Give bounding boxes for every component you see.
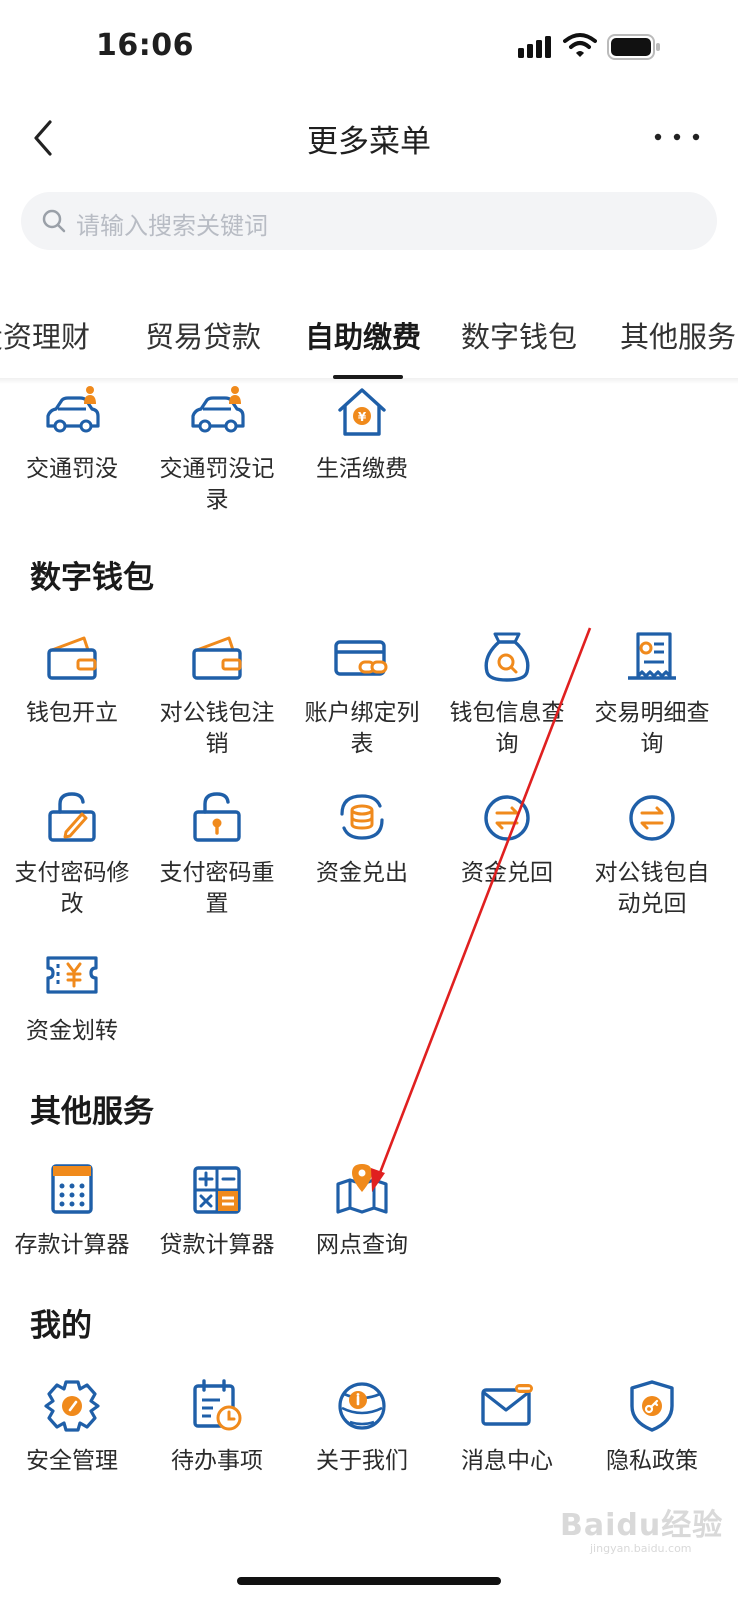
item-wallet-open[interactable]: 钱包开立 bbox=[2, 628, 142, 729]
page-title: 更多菜单 bbox=[307, 124, 431, 160]
svg-text:¥: ¥ bbox=[358, 410, 367, 424]
item-label: 对公钱包注销 bbox=[159, 700, 275, 757]
item-traffic-fine[interactable]: 交通罚没 bbox=[2, 384, 142, 485]
more-options-icon[interactable] bbox=[652, 122, 702, 152]
coins-exchange-icon bbox=[340, 794, 384, 840]
security-gear-icon bbox=[44, 1380, 100, 1432]
exchange-back-icon bbox=[484, 795, 530, 841]
auto-exchange-icon bbox=[629, 795, 675, 841]
item-fund-transfer[interactable]: 资金划转 bbox=[2, 946, 142, 1047]
item-label: 贷款计算器 bbox=[159, 1232, 275, 1258]
cellular-signal-icon bbox=[518, 36, 551, 58]
item-deposit-calculator[interactable]: 存款计算器 bbox=[2, 1160, 142, 1261]
card-link-icon bbox=[334, 640, 388, 676]
mail-icon bbox=[481, 1384, 533, 1426]
tab-self-payment[interactable]: 自助缴费 bbox=[305, 314, 421, 356]
category-tabs: 投资理财 贸易贷款 自助缴费 数字钱包 其他服务 bbox=[0, 314, 738, 366]
item-label: 资金兑出 bbox=[316, 860, 408, 886]
item-privacy-policy[interactable]: 隐私政策 bbox=[582, 1376, 722, 1477]
section-title-mine: 我的 bbox=[30, 1308, 92, 1344]
item-traffic-fine-record[interactable]: 交通罚没记录 bbox=[147, 384, 287, 516]
wallet-icon bbox=[47, 636, 97, 680]
deposit-calculator-icon bbox=[51, 1164, 93, 1214]
receipt-icon bbox=[628, 632, 676, 680]
section-title-digital-wallet: 数字钱包 bbox=[30, 560, 154, 596]
item-transaction-detail-query[interactable]: 交易明细查询 bbox=[582, 628, 722, 760]
lock-reset-icon bbox=[193, 792, 241, 842]
item-label: 支付密码重置 bbox=[159, 860, 275, 917]
item-fund-exchange-out[interactable]: 资金兑出 bbox=[292, 788, 432, 889]
item-label: 网点查询 bbox=[316, 1232, 408, 1258]
wifi-icon bbox=[563, 33, 597, 57]
item-wallet-info-query[interactable]: 钱包信息查询 bbox=[437, 628, 577, 760]
active-tab-indicator bbox=[333, 375, 403, 379]
wallet-cancel-icon bbox=[192, 636, 242, 680]
tab-trade-loan[interactable]: 贸易贷款 bbox=[145, 314, 261, 356]
item-pay-password-reset[interactable]: 支付密码重置 bbox=[147, 788, 287, 920]
transfer-ticket-icon bbox=[46, 956, 98, 994]
section-title-other-services: 其他服务 bbox=[30, 1094, 154, 1130]
item-label: 待办事项 bbox=[171, 1448, 263, 1474]
item-label: 关于我们 bbox=[316, 1448, 408, 1474]
house-yuan-icon: ¥ bbox=[338, 388, 386, 436]
item-message-center[interactable]: 消息中心 bbox=[437, 1376, 577, 1477]
item-label: 资金兑回 bbox=[461, 860, 553, 886]
shield-icon bbox=[630, 1380, 674, 1432]
home-indicator[interactable] bbox=[237, 1577, 501, 1585]
lock-edit-icon bbox=[48, 792, 96, 842]
money-bag-search-icon bbox=[484, 632, 530, 682]
item-label: 生活缴费 bbox=[316, 456, 408, 482]
tab-other-services[interactable]: 其他服务 bbox=[620, 314, 736, 356]
item-label: 消息中心 bbox=[461, 1448, 553, 1474]
item-label: 交通罚没 bbox=[26, 456, 118, 482]
item-label: 支付密码修改 bbox=[14, 860, 130, 917]
item-label: 对公钱包自动兑回 bbox=[594, 860, 710, 917]
watermark-logo: Baidu经验 jingyan.baidu.com bbox=[560, 1500, 723, 1555]
info-globe-icon bbox=[338, 1382, 386, 1430]
item-label: 安全管理 bbox=[26, 1448, 118, 1474]
map-pin-icon bbox=[336, 1164, 388, 1214]
item-account-binding[interactable]: 账户绑定列表 bbox=[292, 628, 432, 760]
item-pay-password-change[interactable]: 支付密码修改 bbox=[2, 788, 142, 920]
item-label: 存款计算器 bbox=[14, 1232, 130, 1258]
search-input[interactable]: 请输入搜索关键词 bbox=[21, 192, 717, 250]
item-auto-exchange-back[interactable]: 对公钱包自动兑回 bbox=[582, 788, 722, 920]
item-todo[interactable]: 待办事项 bbox=[147, 1376, 287, 1477]
tab-investment[interactable]: 投资理财 bbox=[0, 314, 90, 356]
item-security-management[interactable]: 安全管理 bbox=[2, 1376, 142, 1477]
item-label: 交易明细查询 bbox=[594, 700, 710, 757]
item-label: 账户绑定列表 bbox=[304, 700, 420, 757]
item-label: 隐私政策 bbox=[606, 1448, 698, 1474]
item-branch-query[interactable]: 网点查询 bbox=[292, 1160, 432, 1261]
item-fund-exchange-back[interactable]: 资金兑回 bbox=[437, 788, 577, 889]
watermark-text: Baidu经验 bbox=[560, 1508, 724, 1543]
status-time: 16:06 bbox=[96, 28, 194, 63]
item-label: 资金划转 bbox=[26, 1018, 118, 1044]
item-loan-calculator[interactable]: 贷款计算器 bbox=[147, 1160, 287, 1261]
item-label: 钱包信息查询 bbox=[449, 700, 565, 757]
battery-icon bbox=[607, 34, 660, 60]
item-label: 交通罚没记录 bbox=[159, 456, 275, 513]
car-fine-icon bbox=[46, 386, 100, 433]
tab-digital-wallet[interactable]: 数字钱包 bbox=[461, 314, 577, 356]
item-wallet-cancel[interactable]: 对公钱包注销 bbox=[147, 628, 287, 760]
item-label: 钱包开立 bbox=[26, 700, 118, 726]
search-icon bbox=[42, 209, 66, 233]
item-utility-payment[interactable]: ¥ 生活缴费 bbox=[292, 384, 432, 485]
calendar-todo-icon bbox=[193, 1379, 242, 1431]
item-about-us[interactable]: 关于我们 bbox=[292, 1376, 432, 1477]
search-placeholder: 请输入搜索关键词 bbox=[76, 212, 268, 240]
loan-calculator-icon bbox=[193, 1166, 241, 1214]
car-fine-record-icon bbox=[191, 386, 245, 433]
